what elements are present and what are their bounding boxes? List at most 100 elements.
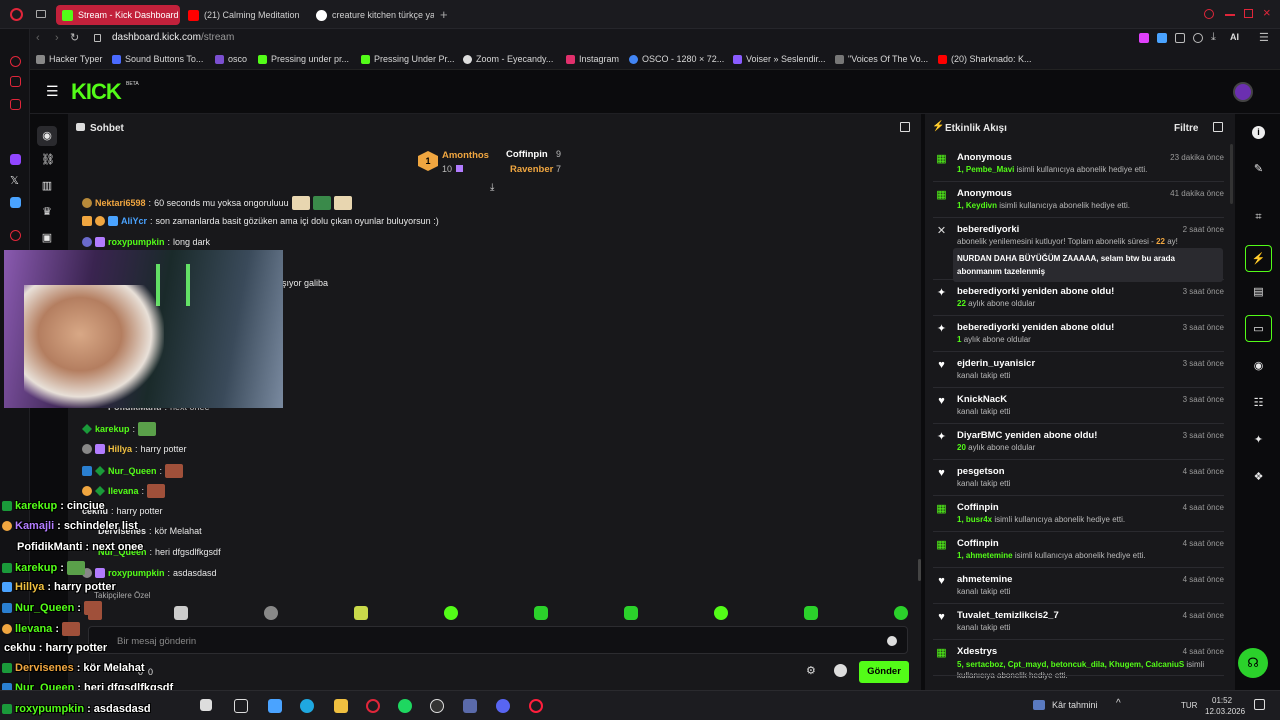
analytics-icon[interactable]: ▥ (41, 180, 53, 192)
bookmark-item[interactable]: "Voices Of The Vo... (835, 54, 928, 64)
app-icon[interactable] (463, 699, 477, 713)
opera-logo-icon[interactable] (10, 8, 23, 21)
clock-time[interactable]: 01:52 (1212, 696, 1232, 705)
close-window-button[interactable]: × (1263, 5, 1271, 20)
language-indicator[interactable]: TUR (1181, 701, 1197, 710)
extension-icon[interactable] (1175, 33, 1185, 43)
activity-item[interactable]: ✦ DiyarBMC yeniden abone oldu! 3 saat önce… (925, 424, 1235, 460)
extension-icon[interactable] (1139, 33, 1149, 43)
bookmark-item[interactable]: Voiser » Seslendir... (733, 54, 826, 64)
notification-icon[interactable] (1254, 699, 1265, 710)
send-button[interactable]: Gönder (859, 661, 909, 683)
chat-username[interactable]: Nektari6598 (95, 198, 146, 208)
chat-input[interactable]: Bir mesaj gönderin (88, 626, 908, 654)
new-tab-button[interactable]: + (440, 7, 448, 22)
chat-username[interactable]: karekup (95, 424, 130, 434)
tab-0[interactable]: Stream - Kick Dashboard (56, 5, 180, 25)
hamburger-menu-icon[interactable]: ☰ (46, 83, 59, 100)
clock-date[interactable]: 12.03.2026 (1205, 707, 1245, 716)
activity-item[interactable]: ▦ Coffinpin 4 saat önce 1, busr4x isimli ku… (925, 496, 1235, 532)
activity-item[interactable]: ✦ beberediyorki yeniden abone oldu! 3 saat… (925, 316, 1235, 352)
emote-picker-icon[interactable] (834, 664, 847, 677)
bookmark-item[interactable]: osco (215, 54, 247, 64)
opera-icon[interactable] (366, 699, 380, 713)
activity-item[interactable]: ▦ Anonymous 41 dakika önce 1, Keydivn isiml… (925, 182, 1235, 218)
chat-username[interactable]: Nur_Queen (108, 466, 157, 476)
wrench-icon[interactable]: ✦ (1252, 434, 1265, 447)
aria-icon[interactable] (10, 56, 21, 67)
edit-icon[interactable]: ✎ (1252, 163, 1265, 176)
task-view-icon[interactable] (234, 699, 248, 713)
workspaces-icon[interactable] (36, 10, 46, 18)
tab-2[interactable]: creature kitchen türkçe ya (310, 5, 434, 25)
bookmark-item[interactable]: Pressing Under Pr... (361, 54, 455, 64)
scan-icon[interactable]: ⌗ (1252, 211, 1265, 224)
scroll-down-icon[interactable]: ⤓ (490, 182, 494, 193)
spotify-icon[interactable] (398, 699, 412, 713)
extension-icon[interactable] (10, 197, 21, 208)
popout-icon[interactable] (900, 122, 910, 132)
extension-icon[interactable] (1157, 33, 1167, 43)
chat-username[interactable]: roxypumpkin (108, 237, 165, 247)
kick-logo[interactable]: KICK (71, 79, 122, 105)
emote-icon[interactable] (534, 606, 548, 620)
url-field[interactable]: dashboard.kick.com/stream (112, 32, 234, 43)
second-user[interactable]: Coffinpin (506, 149, 548, 160)
tray-chevron-icon[interactable]: ^ (1116, 698, 1121, 709)
start-icon[interactable] (200, 699, 212, 711)
chat-settings-icon[interactable]: ⚙ (806, 664, 816, 677)
support-button[interactable]: ☊ (1238, 648, 1268, 678)
activity-item[interactable]: ▦ Xdestrys 4 saat önce 5, sertacboz, Cpt_ma… (925, 640, 1235, 680)
bookmark-item[interactable]: Sound Buttons To... (112, 54, 203, 64)
twitch-icon[interactable] (10, 154, 21, 165)
back-icon[interactable]: ‹ (36, 32, 40, 44)
bookmark-item[interactable]: Zoom - Eyecandy... (463, 54, 553, 64)
bookmark-item[interactable]: Hacker Typer (36, 54, 102, 64)
file-explorer-icon[interactable] (334, 699, 348, 713)
activity-item[interactable]: ♥ KnickNacK 3 saat önce kanalı takip etti (925, 388, 1235, 424)
bookmark-item[interactable]: (20) Sharknado: K... (938, 54, 1032, 64)
bookmark-item[interactable]: OSCO - 1280 × 72... (629, 54, 724, 64)
weather-widget[interactable]: Kâr tahmini (1033, 700, 1098, 710)
info-icon[interactable]: i (1252, 126, 1265, 139)
download-icon[interactable]: ⤓ (1211, 31, 1216, 44)
media-icon[interactable]: ▣ (41, 232, 53, 244)
activity-item[interactable]: ♥ pesgetson 4 saat önce kanalı takip etti (925, 460, 1235, 496)
profile-icon[interactable] (1193, 33, 1203, 43)
emote-icon[interactable] (444, 606, 458, 620)
chat-toggle-icon[interactable]: ▭ (1245, 315, 1272, 342)
activity-item[interactable]: ✕ beberediyorki 2 saat önce abonelik yenile… (925, 218, 1235, 282)
queue-icon[interactable]: ☷ (1252, 397, 1265, 410)
reload-icon[interactable]: ↻ (70, 31, 79, 44)
minimize-button[interactable] (1225, 14, 1235, 16)
edge-icon[interactable] (300, 699, 314, 713)
messenger-icon[interactable] (10, 76, 21, 87)
activity-item[interactable]: ♥ ejderin_uyanisicr 3 saat önce kanalı taki… (925, 352, 1235, 388)
third-user[interactable]: Ravenber (510, 164, 553, 175)
forward-icon[interactable]: › (55, 32, 59, 44)
x-twitter-icon[interactable]: 𝕏 (10, 174, 19, 187)
app-icon[interactable] (268, 699, 282, 713)
activity-item[interactable]: ▦ Anonymous 23 dakika önce 1, Pembe_Mavi is… (925, 146, 1235, 182)
activity-item[interactable]: ✦ beberediyorki yeniden abone oldu! 3 saat… (925, 280, 1235, 316)
obs-icon[interactable] (430, 699, 444, 713)
activity-item[interactable]: ▦ Coffinpin 4 saat önce 1, ahmetemine isiml… (925, 532, 1235, 568)
popout-icon[interactable] (1213, 122, 1223, 132)
trophy-icon[interactable]: ♛ (41, 206, 53, 218)
menu-icon[interactable]: ☰ (1259, 31, 1269, 44)
notes-icon[interactable]: ▤ (1252, 286, 1265, 299)
chat-username[interactable]: Hillya (108, 444, 132, 454)
stream-icon[interactable]: ◉ (37, 126, 57, 146)
history-icon[interactable] (10, 230, 21, 241)
broadcast-icon[interactable]: ◉ (1252, 360, 1265, 373)
activity-toggle-icon[interactable]: ⚡ (1245, 245, 1272, 272)
user-avatar[interactable] (1233, 82, 1253, 102)
activity-item[interactable]: ♥ Tuvalet_temizlikcis2_7 4 saat önce kanalı… (925, 604, 1235, 640)
emote-icon[interactable] (624, 606, 638, 620)
opera-gx-icon[interactable] (529, 699, 543, 713)
chat-username[interactable]: AliYcr (121, 216, 147, 226)
discord-icon[interactable] (496, 699, 510, 713)
tab-1[interactable]: (21) Calming Meditation (182, 5, 306, 25)
chat-scrollbar[interactable] (918, 559, 921, 581)
activity-scrollbar[interactable] (1230, 144, 1233, 204)
